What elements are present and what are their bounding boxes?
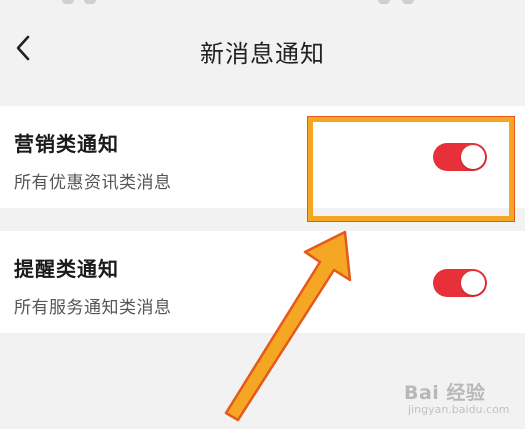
setting-description: 所有优惠资讯类消息 [14, 173, 172, 193]
status-dot-icon [62, 0, 74, 4]
reminder-notification-toggle[interactable] [433, 269, 487, 297]
setting-description: 所有服务通知类消息 [14, 298, 172, 318]
setting-row-marketing: 营销类通知 所有优惠资讯类消息 [0, 106, 525, 208]
watermark-brand: Bai 经验 [404, 382, 486, 404]
page-title: 新消息通知 [200, 40, 325, 68]
status-dot-icon [84, 0, 96, 4]
baidu-jingyan-watermark: Bai 经验 jingyan.baidu.com [404, 378, 520, 424]
toggle-knob [461, 271, 485, 295]
toggle-knob [461, 145, 485, 169]
top-navigation-bar: 新消息通知 [0, 10, 525, 88]
status-bar [0, 0, 525, 10]
setting-title: 提醒类通知 [14, 257, 119, 281]
setting-row-reminder: 提醒类通知 所有服务通知类消息 [0, 231, 525, 333]
watermark-url: jingyan.baidu.com [408, 403, 510, 416]
marketing-notification-toggle[interactable] [433, 143, 487, 171]
status-dot-icon [378, 0, 390, 4]
setting-title: 营销类通知 [14, 132, 119, 156]
status-dot-icon [402, 0, 414, 4]
